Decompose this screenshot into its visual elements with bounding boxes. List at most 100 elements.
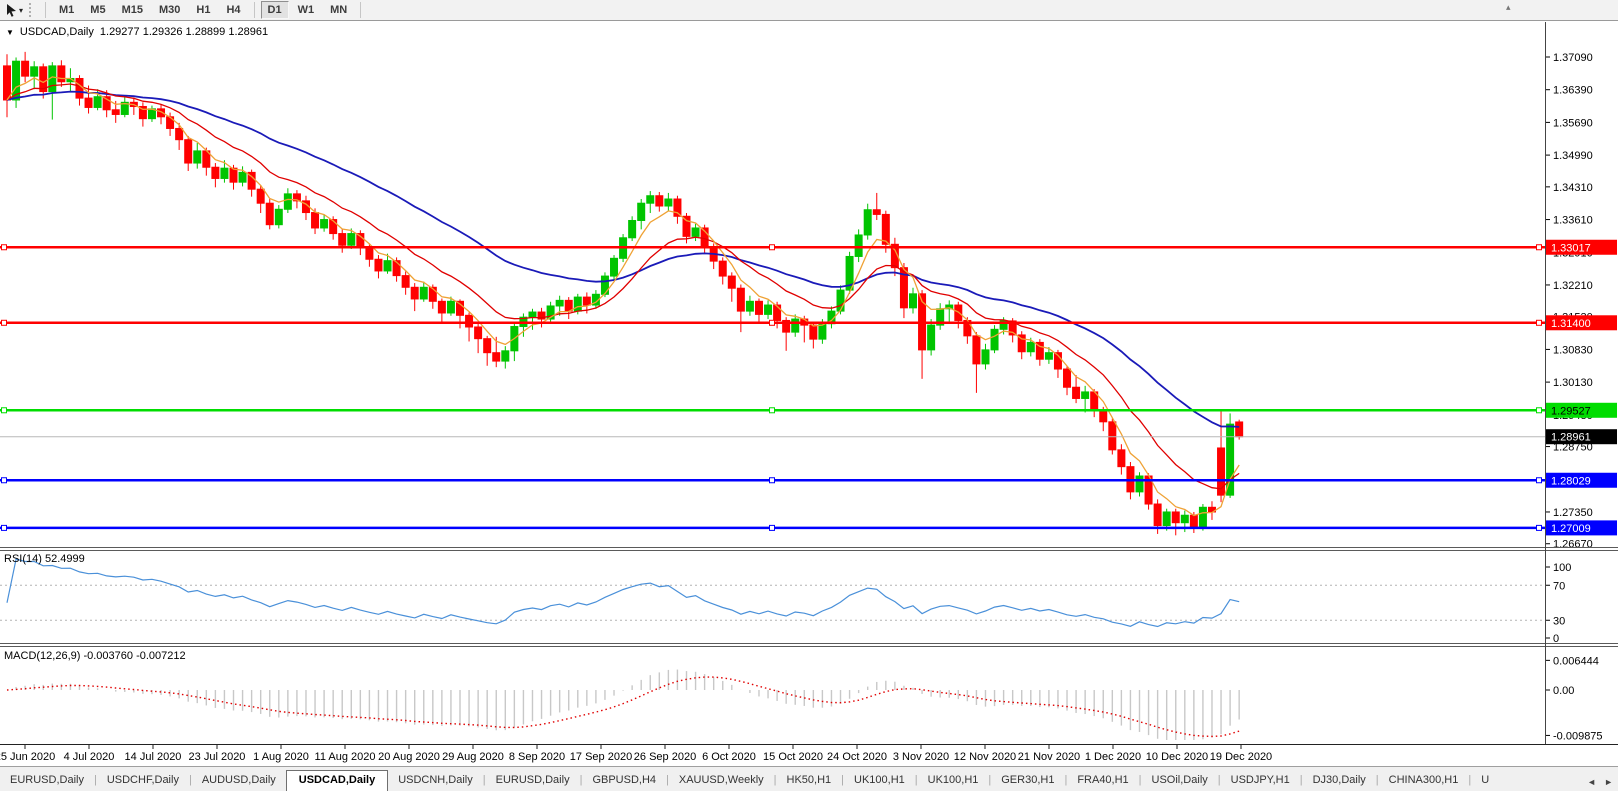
candle-body xyxy=(556,300,563,306)
candle-body xyxy=(275,209,282,224)
candle-body xyxy=(692,228,699,236)
macd-indicator-label: MACD(12,26,9) -0.003760 -0.007212 xyxy=(4,650,186,662)
tab-usdcad-daily[interactable]: USDCAD,Daily xyxy=(286,770,388,791)
date-tick-label: 26 Sep 2020 xyxy=(634,751,696,763)
candle-body xyxy=(339,234,346,246)
candle-body xyxy=(1073,387,1080,398)
timeframe-button-h1[interactable]: H1 xyxy=(189,1,217,19)
candle-body xyxy=(257,189,264,203)
line-handle[interactable] xyxy=(770,478,775,483)
line-handle[interactable] xyxy=(770,525,775,530)
candle-body xyxy=(810,325,817,339)
candle-body xyxy=(447,301,454,313)
line-handle[interactable] xyxy=(2,408,7,413)
candle-body xyxy=(1109,422,1116,450)
date-tick-label: 19 Dec 2020 xyxy=(1210,751,1272,763)
line-handle[interactable] xyxy=(1537,408,1542,413)
candle-body xyxy=(266,203,273,224)
line-handle[interactable] xyxy=(1537,478,1542,483)
candle-body xyxy=(375,259,382,271)
symbol-tab-bar: EURUSD,Daily|USDCHF,Daily|AUDUSD,DailyUS… xyxy=(0,766,1618,791)
tab-fra40-h1[interactable]: FRA40,H1 xyxy=(1067,771,1138,791)
tab-truncated[interactable]: U xyxy=(1471,771,1499,791)
pointer-tool-icon[interactable] xyxy=(3,2,19,18)
line-handle[interactable] xyxy=(2,245,7,250)
candle-body xyxy=(837,290,844,311)
timeframe-button-m15[interactable]: M15 xyxy=(115,1,150,19)
candle-body xyxy=(1136,476,1143,492)
tab-audusd-daily[interactable]: AUDUSD,Daily xyxy=(192,771,286,791)
candle-body xyxy=(1236,422,1243,437)
macd-signal-line xyxy=(7,677,1239,736)
date-tick-label: 23 Jul 2020 xyxy=(189,751,246,763)
price-level-badge-text: 1.29527 xyxy=(1551,405,1591,417)
tab-uk100-h1[interactable]: UK100,H1 xyxy=(844,771,915,791)
date-tick-label: 3 Nov 2020 xyxy=(893,751,949,763)
candle-body xyxy=(212,167,219,178)
candle-body xyxy=(1082,392,1089,399)
line-handle[interactable] xyxy=(1537,320,1542,325)
tab-dj30-daily[interactable]: DJ30,Daily xyxy=(1303,771,1376,791)
timeframe-button-m5[interactable]: M5 xyxy=(83,1,112,19)
tab-ger30-h1[interactable]: GER30,H1 xyxy=(991,771,1064,791)
symbol-tabs: EURUSD,Daily|USDCHF,Daily|AUDUSD,DailyUS… xyxy=(0,769,1499,791)
price-tick-label: 1.37090 xyxy=(1553,52,1593,64)
candle-body xyxy=(94,97,101,108)
toolbar-overflow-icon[interactable]: ▴ xyxy=(1506,2,1511,13)
timeframe-button-mn[interactable]: MN xyxy=(323,1,354,19)
line-handle[interactable] xyxy=(770,408,775,413)
tab-uk100-h1[interactable]: UK100,H1 xyxy=(918,771,989,791)
tab-eurusd-daily[interactable]: EURUSD,Daily xyxy=(486,771,580,791)
candle-body xyxy=(656,196,663,206)
macd-panel: 0.0064440.00-0.009875 xyxy=(7,655,1603,742)
candle-body xyxy=(746,301,753,311)
candle-body xyxy=(58,66,65,82)
timeframe-button-m1[interactable]: M1 xyxy=(52,1,81,19)
tab-usoil-daily[interactable]: USOil,Daily xyxy=(1142,771,1218,791)
candle-body xyxy=(864,210,871,235)
line-handle[interactable] xyxy=(2,478,7,483)
line-handle[interactable] xyxy=(1537,245,1542,250)
candle-body xyxy=(873,210,880,215)
collapse-triangle-icon[interactable]: ▼ xyxy=(6,28,14,37)
tab-usdchf-daily[interactable]: USDCHF,Daily xyxy=(97,771,189,791)
timeframe-button-h4[interactable]: H4 xyxy=(219,1,247,19)
tab-gbpusd-h4[interactable]: GBPUSD,H4 xyxy=(582,771,666,791)
candle-body xyxy=(420,287,427,299)
line-handle[interactable] xyxy=(2,320,7,325)
line-handle[interactable] xyxy=(770,320,775,325)
timeframe-button-m30[interactable]: M30 xyxy=(152,1,187,19)
price-tick-label: 1.26670 xyxy=(1553,539,1593,551)
candle-body xyxy=(384,261,391,271)
chart-canvas: 10070300 0.0064440.00-0.009875 1.370901.… xyxy=(0,0,1618,791)
timeframe-button-d1[interactable]: D1 xyxy=(261,1,289,19)
tab-usdcnh-daily[interactable]: USDCNH,Daily xyxy=(388,771,483,791)
chevron-down-icon[interactable]: ▾ xyxy=(19,6,23,15)
tab-hk50-h1[interactable]: HK50,H1 xyxy=(777,771,842,791)
candle-body xyxy=(493,353,500,361)
tab-usdjpy-h1[interactable]: USDJPY,H1 xyxy=(1221,771,1300,791)
candle-body xyxy=(502,351,509,361)
line-handle[interactable] xyxy=(2,525,7,530)
tab-xauusd-weekly[interactable]: XAUUSD,Weekly xyxy=(669,771,774,791)
candle-body xyxy=(973,336,980,364)
candle-body xyxy=(1172,512,1179,523)
price-level-badge-text: 1.33017 xyxy=(1551,242,1591,254)
timeframe-button-w1[interactable]: W1 xyxy=(291,1,322,19)
tab-china300-h1[interactable]: CHINA300,H1 xyxy=(1379,771,1469,791)
date-tick-label: 20 Aug 2020 xyxy=(378,751,440,763)
candle-body xyxy=(928,325,935,350)
line-handle[interactable] xyxy=(770,245,775,250)
date-tick-label: 8 Sep 2020 xyxy=(509,751,565,763)
price-tick-label: 1.33610 xyxy=(1553,215,1593,227)
tab-scroll-left-icon[interactable]: ◄ xyxy=(1584,777,1599,787)
chart-ohlc-quote: 1.29277 1.29326 1.28899 1.28961 xyxy=(100,26,268,38)
candle-body xyxy=(31,67,38,76)
macd-tick-label: 0.00 xyxy=(1553,685,1574,697)
candle-body xyxy=(438,301,445,313)
line-handle[interactable] xyxy=(1537,525,1542,530)
toolbar-grip-handle[interactable] xyxy=(29,3,35,17)
candle-body xyxy=(76,78,83,98)
tab-eurusd-daily[interactable]: EURUSD,Daily xyxy=(0,771,94,791)
tab-scroll-right-icon[interactable]: ► xyxy=(1601,777,1616,787)
